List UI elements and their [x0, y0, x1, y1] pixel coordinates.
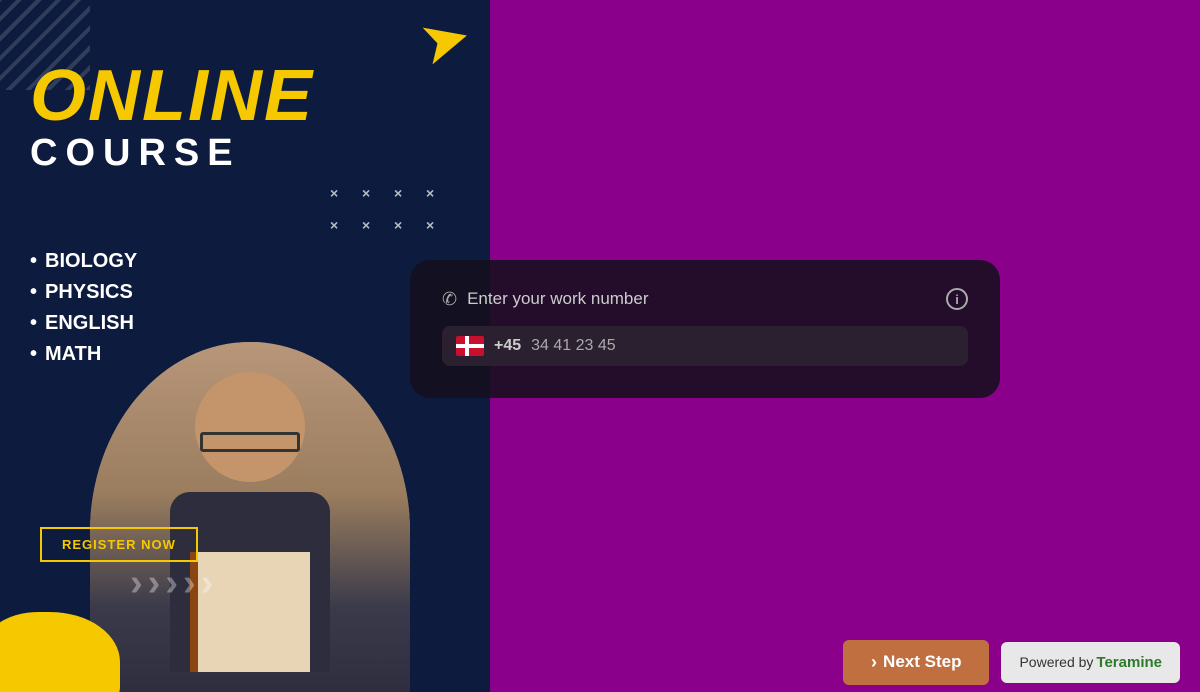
- chevron-3: ›: [165, 564, 178, 602]
- arrow-decoration: ➤: [413, 5, 477, 76]
- portrait-circle: [90, 342, 410, 692]
- chevrons-decoration: › › › › ›: [130, 564, 213, 602]
- dots-grid: × × × × × × × ×: [330, 185, 444, 235]
- bottom-bar: › Next Step Powered by Teramine: [490, 632, 1200, 692]
- phone-label-row: ✆ Enter your work number i: [442, 288, 968, 310]
- phone-icon: ✆: [442, 289, 457, 310]
- chevron-4: ›: [183, 564, 196, 602]
- phone-number-input[interactable]: [531, 337, 954, 355]
- right-panel: ✆ Enter your work number i +45 › Next St…: [490, 0, 1200, 692]
- flag-cross-vertical: [465, 336, 469, 356]
- person-glasses: [200, 432, 300, 452]
- chevron-1: ›: [130, 564, 143, 602]
- flag-cross-horizontal: [456, 344, 484, 348]
- country-code: +45: [494, 337, 521, 355]
- dot-x-7: ×: [394, 217, 412, 235]
- next-step-button[interactable]: › Next Step: [843, 640, 989, 685]
- dot-x-2: ×: [362, 185, 380, 203]
- person-silhouette: [90, 342, 410, 692]
- flag-background: [456, 336, 484, 356]
- subject-english: ENGLISH: [30, 312, 137, 335]
- title-online: ONLINE: [30, 60, 314, 132]
- phone-label-left: ✆ Enter your work number: [442, 289, 649, 310]
- denmark-flag: [456, 336, 484, 356]
- chevron-2: ›: [148, 564, 161, 602]
- person-head: [195, 372, 305, 482]
- next-step-label: Next Step: [883, 652, 961, 672]
- chevron-5: ›: [201, 564, 214, 602]
- dot-x-3: ×: [394, 185, 412, 203]
- subject-biology: BIOLOGY: [30, 250, 137, 273]
- dot-x-5: ×: [330, 217, 348, 235]
- info-icon[interactable]: i: [946, 288, 968, 310]
- next-step-chevron-icon: ›: [871, 652, 877, 673]
- phone-input-row[interactable]: +45: [442, 326, 968, 366]
- dot-x-6: ×: [362, 217, 380, 235]
- title-block: ONLINE COURSE: [30, 60, 314, 175]
- powered-by-label: Powered by: [1019, 654, 1093, 670]
- powered-by-brand: Teramine: [1096, 654, 1162, 671]
- powered-by-badge: Powered by Teramine: [1001, 642, 1180, 683]
- phone-label-text: Enter your work number: [467, 289, 648, 309]
- subject-physics: PHYSICS: [30, 281, 137, 304]
- dot-x-4: ×: [426, 185, 444, 203]
- dot-x-8: ×: [426, 217, 444, 235]
- title-course: COURSE: [30, 132, 314, 175]
- dot-x-1: ×: [330, 185, 348, 203]
- register-now-button[interactable]: REGISTER NOW: [40, 527, 198, 562]
- phone-card: ✆ Enter your work number i +45: [410, 260, 1000, 398]
